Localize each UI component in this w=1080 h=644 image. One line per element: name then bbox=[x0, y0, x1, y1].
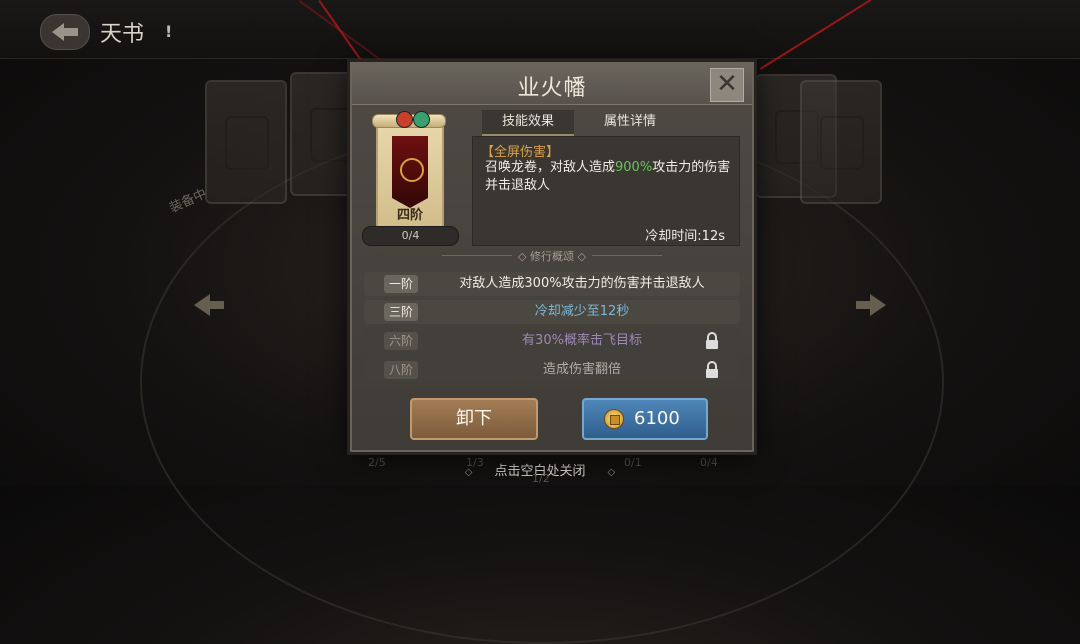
right-arrow-icon[interactable] bbox=[854, 292, 888, 318]
progression-title: ◇ 修行概颂 ◇ bbox=[518, 250, 586, 263]
back-button[interactable] bbox=[40, 14, 90, 50]
stage-row: 三阶 冷却减少至12秒 bbox=[364, 300, 740, 324]
stage-text: 造成伤害翻倍 bbox=[542, 362, 621, 377]
stage-text: 有30%概率击飞目标 bbox=[522, 333, 642, 348]
left-arrow-icon[interactable] bbox=[192, 292, 226, 318]
lock-icon bbox=[706, 361, 718, 378]
equipped-label: 装备中 bbox=[167, 186, 210, 217]
wind-element-icon bbox=[413, 111, 430, 128]
page-counter: 1/2 bbox=[532, 472, 550, 485]
upgrade-button[interactable]: 6100 bbox=[582, 398, 708, 440]
dialog-title: 业火幡 bbox=[517, 76, 587, 101]
tab-skill-effect[interactable]: 技能效果 bbox=[482, 110, 574, 136]
close-button[interactable]: ✕ bbox=[710, 68, 744, 102]
page-title: 天书 bbox=[100, 22, 145, 47]
item-detail-dialog: 业火幡 ✕ 四阶 0/4 技能效果 属性详情 【全屏伤害】 召唤龙卷，对敌人造成… bbox=[350, 62, 754, 452]
background-card[interactable] bbox=[205, 80, 287, 204]
close-icon: ✕ bbox=[716, 69, 738, 99]
lock-icon bbox=[706, 332, 718, 349]
back-arrow-icon bbox=[52, 23, 78, 41]
effect-description: 召唤龙卷，对敌人造成900%攻击力的伤害并击退敌人 bbox=[485, 160, 731, 193]
background-card[interactable] bbox=[800, 80, 882, 204]
item-card: 四阶 bbox=[376, 116, 444, 228]
cooldown: 冷却时间:12s bbox=[645, 229, 725, 244]
info-icon[interactable]: ! bbox=[165, 22, 172, 41]
tab-attribute-details[interactable]: 属性详情 bbox=[584, 110, 676, 134]
top-bar: 天书 ! bbox=[0, 0, 1080, 59]
stage-text: 对敌人造成300%攻击力的伤害并击退敌人 bbox=[459, 276, 705, 291]
stage-badge: 一阶 bbox=[384, 275, 418, 293]
item-progress: 0/4 bbox=[362, 226, 459, 246]
stage-row: 一阶 对敌人造成300%攻击力的伤害并击退敌人 bbox=[364, 272, 740, 296]
stage-badge: 六阶 bbox=[384, 332, 418, 350]
divider bbox=[592, 255, 662, 256]
upgrade-cost: 6100 bbox=[634, 408, 680, 429]
item-tier: 四阶 bbox=[396, 208, 423, 223]
damage-highlight: 900% bbox=[615, 160, 653, 175]
coin-icon bbox=[604, 409, 624, 429]
stage-row: 六阶 有30%概率击飞目标 bbox=[364, 329, 740, 353]
stage-row: 八阶 造成伤害翻倍 bbox=[364, 358, 740, 382]
unequip-button[interactable]: 卸下 bbox=[410, 398, 538, 440]
fire-element-icon bbox=[396, 111, 413, 128]
stage-text: 冷却减少至12秒 bbox=[534, 304, 630, 319]
diamond-icon: ◇ bbox=[607, 467, 616, 478]
stage-badge: 三阶 bbox=[384, 303, 418, 321]
banner-icon bbox=[392, 136, 428, 208]
effect-tag: 【全屏伤害】 bbox=[481, 145, 560, 160]
diamond-icon: ◇ bbox=[464, 467, 473, 478]
stage-badge: 八阶 bbox=[384, 361, 418, 379]
effect-panel: 【全屏伤害】 召唤龙卷，对敌人造成900%攻击力的伤害并击退敌人 冷却时间:12… bbox=[472, 136, 740, 246]
dialog-header: 业火幡 ✕ bbox=[352, 64, 752, 105]
